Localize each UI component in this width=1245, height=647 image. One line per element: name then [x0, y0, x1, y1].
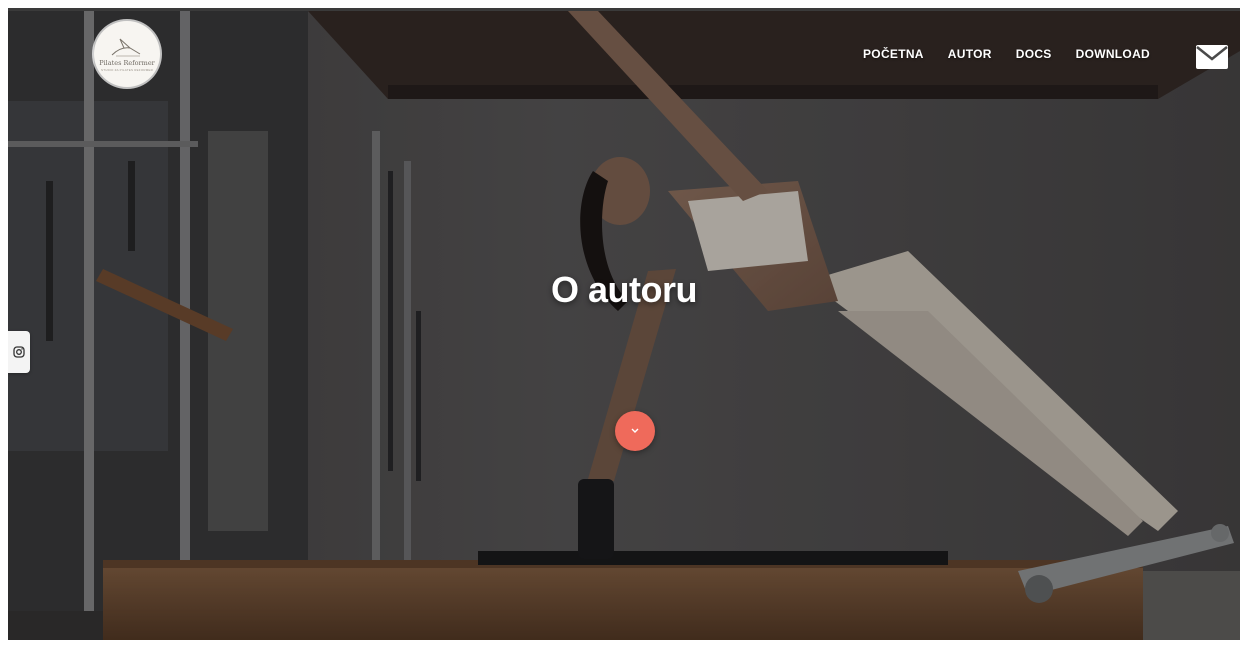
site-logo[interactable]: Pilates Reformer STUDIO ZA PILATES REFOR…: [94, 21, 160, 87]
scroll-down-button[interactable]: [615, 411, 655, 451]
chevron-down-icon: [631, 428, 639, 433]
main-navigation: POČETNA AUTOR DOCS DOWNLOAD: [863, 47, 1150, 61]
instagram-icon: [13, 346, 25, 358]
mail-icon[interactable]: [1195, 44, 1229, 70]
logo-name: Pilates Reformer: [99, 58, 155, 67]
nav-link-pocetna[interactable]: POČETNA: [863, 47, 924, 61]
nav-link-docs[interactable]: DOCS: [1016, 47, 1052, 61]
hero-section: Pilates Reformer STUDIO ZA PILATES REFOR…: [8, 11, 1240, 640]
nav-link-download[interactable]: DOWNLOAD: [1076, 47, 1150, 61]
page-title: O autoru: [551, 269, 698, 310]
page: Pilates Reformer STUDIO ZA PILATES REFOR…: [0, 0, 1245, 647]
hero-overlay: [8, 11, 1240, 640]
logo-tagline: STUDIO ZA PILATES REFORMER: [101, 67, 153, 72]
bird-logo-icon: [111, 38, 141, 56]
instagram-button[interactable]: [8, 331, 30, 373]
nav-link-autor[interactable]: AUTOR: [948, 47, 992, 61]
